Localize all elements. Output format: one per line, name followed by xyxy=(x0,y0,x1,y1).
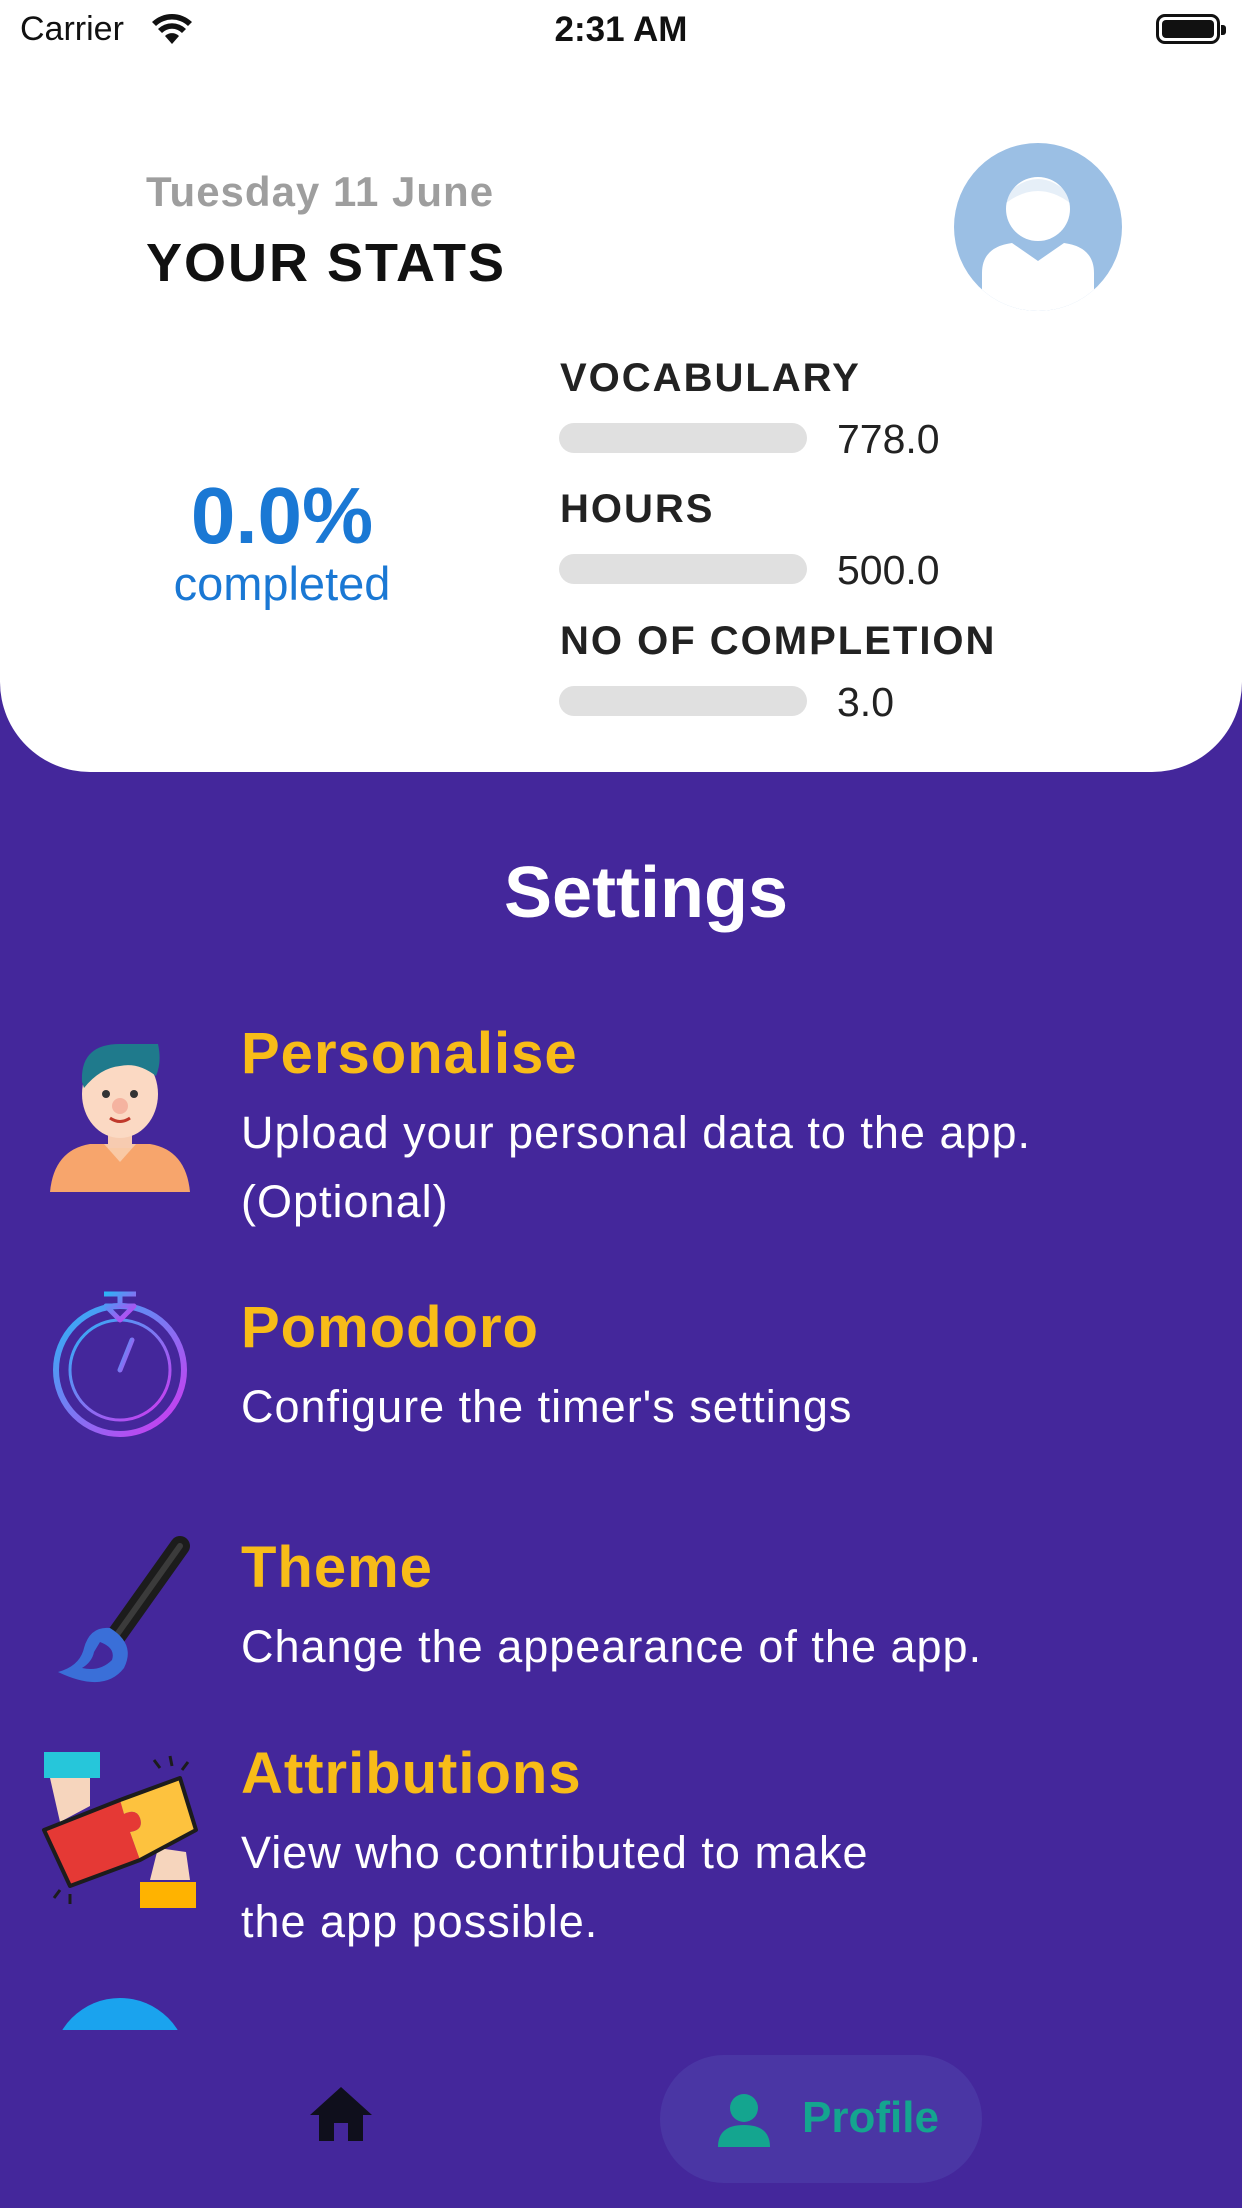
settings-item-partial[interactable] xyxy=(0,1996,1242,2030)
tab-profile[interactable]: Profile xyxy=(660,2055,982,2183)
puzzle-icon xyxy=(42,1752,198,1908)
settings-item-desc: Upload your personal data to the app. xyxy=(241,1107,1032,1158)
settings-item-attributions[interactable]: Attributions View who contributed to mak… xyxy=(0,1730,1242,1950)
stats-date: Tuesday 11 June xyxy=(146,168,495,215)
bottom-tab-bar xyxy=(0,2030,1242,2208)
status-time: 2:31 AM xyxy=(554,10,688,49)
avatar[interactable] xyxy=(954,143,1122,311)
settings-item-title: Theme xyxy=(241,1535,433,1600)
battery-icon xyxy=(1156,14,1226,44)
completion-label: completed xyxy=(173,557,391,610)
settings-item-desc: View who contributed to make xyxy=(241,1827,869,1878)
stat-label-hours: HOURS xyxy=(560,487,715,531)
stats-card: Tuesday 11 June YOUR STATS 0.0% complete… xyxy=(0,0,1242,772)
settings-item-pomodoro[interactable]: Pomodoro Configure the timer's settings xyxy=(0,1284,1242,1484)
stat-bar-completion xyxy=(559,686,807,716)
stat-value-hours: 500.0 xyxy=(837,547,940,593)
stat-label-completion: NO OF COMPLETION xyxy=(560,619,997,663)
stat-label-vocabulary: VOCABULARY xyxy=(560,356,861,400)
settings-item-desc: (Optional) xyxy=(241,1176,449,1227)
stopwatch-icon xyxy=(53,1291,187,1437)
settings-item-desc: Configure the timer's settings xyxy=(241,1381,853,1432)
tab-profile-label: Profile xyxy=(802,2093,939,2142)
brush-icon xyxy=(58,1536,190,1683)
partial-item-icon xyxy=(62,1998,178,2030)
settings-item-desc: the app possible. xyxy=(241,1896,599,1947)
stats-title: YOUR STATS xyxy=(146,233,507,293)
stat-bar-vocabulary xyxy=(559,423,807,453)
settings-item-title: Personalise xyxy=(241,1021,578,1086)
person-icon xyxy=(50,1044,190,1192)
completion-percent: 0.0% xyxy=(190,471,374,560)
settings-item-title: Attributions xyxy=(241,1741,582,1806)
stat-bar-hours xyxy=(559,554,807,584)
scroll-content[interactable]: Tuesday 11 June YOUR STATS 0.0% complete… xyxy=(0,0,1242,2030)
settings-item-title: Pomodoro xyxy=(241,1295,539,1360)
stat-value-completion: 3.0 xyxy=(837,679,894,725)
settings-item-personalise[interactable]: Personalise Upload your personal data to… xyxy=(0,1010,1242,1230)
status-bar: Carrier 2:31 AM xyxy=(0,0,1242,64)
home-icon[interactable] xyxy=(306,2083,376,2143)
stat-value-vocabulary: 778.0 xyxy=(837,416,940,462)
person-icon xyxy=(718,2094,770,2147)
avatar-person-icon xyxy=(982,177,1094,311)
settings-item-theme[interactable]: Theme Change the appearance of the app. xyxy=(0,1524,1242,1704)
settings-item-desc: Change the appearance of the app. xyxy=(241,1621,983,1672)
settings-title: Settings xyxy=(503,853,789,933)
